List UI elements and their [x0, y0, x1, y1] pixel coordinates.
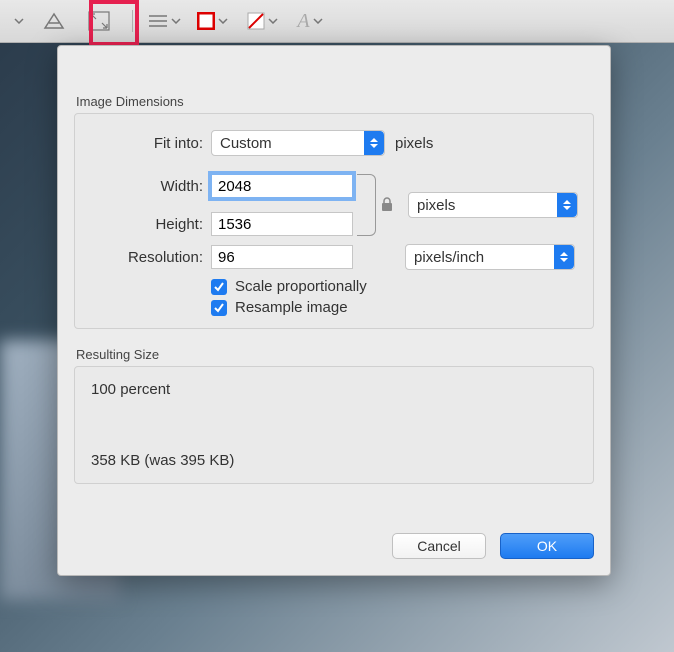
border-color-icon: [197, 12, 215, 30]
wh-unit-select[interactable]: pixels: [408, 192, 578, 218]
chevron-down-icon: [268, 18, 278, 24]
wh-unit-value: pixels: [417, 197, 455, 214]
adjust-size-icon: [87, 10, 111, 32]
chevron-down-icon: [313, 18, 323, 24]
border-color-menu[interactable]: [187, 0, 237, 42]
chevron-down-icon: [218, 18, 228, 24]
lock-icon[interactable]: [380, 196, 394, 215]
height-label: Height:: [91, 216, 211, 233]
alpha-tool[interactable]: [34, 0, 74, 42]
resample-image-checkbox[interactable]: [211, 300, 227, 316]
resolution-input[interactable]: [211, 245, 353, 269]
resample-image-label: Resample image: [235, 299, 348, 316]
resulting-size-title: Resulting Size: [58, 329, 610, 362]
resulting-percent: 100 percent: [91, 381, 577, 398]
chevron-down-icon: [171, 18, 181, 24]
alpha-icon: [43, 12, 65, 30]
section-title: Image Dimensions: [58, 94, 610, 109]
scale-proportionally-label: Scale proportionally: [235, 278, 367, 295]
fit-into-label: Fit into:: [91, 135, 211, 152]
height-input[interactable]: [211, 212, 353, 236]
ok-button[interactable]: OK: [500, 533, 594, 559]
scale-proportionally-checkbox[interactable]: [211, 279, 227, 295]
adjust-size-tool[interactable]: [74, 0, 124, 42]
text-style-menu[interactable]: A: [287, 0, 333, 42]
fit-into-value: Custom: [220, 135, 272, 152]
fit-into-unit: pixels: [395, 135, 433, 152]
image-dimensions-dialog: Image Dimensions Fit into: Custom pixels…: [57, 45, 611, 576]
select-arrows-icon: [364, 131, 384, 155]
resulting-bytes: 358 KB (was 395 KB): [91, 452, 577, 469]
chevron-down-icon: [14, 18, 24, 24]
fill-color-menu[interactable]: [237, 0, 287, 42]
resolution-unit-value: pixels/inch: [414, 249, 484, 266]
resulting-size-box: 100 percent 358 KB (was 395 KB): [74, 366, 594, 484]
width-label: Width:: [91, 178, 211, 195]
width-input[interactable]: [211, 174, 353, 198]
lines-menu[interactable]: [141, 0, 187, 42]
resolution-unit-select[interactable]: pixels/inch: [405, 244, 575, 270]
cancel-button[interactable]: Cancel: [392, 533, 486, 559]
text-style-icon: A: [297, 10, 309, 33]
toolbar-dropdown-1[interactable]: [0, 0, 34, 42]
select-arrows-icon: [557, 193, 577, 217]
resolution-label: Resolution:: [91, 249, 211, 266]
fit-into-select[interactable]: Custom: [211, 130, 385, 156]
toolbar: A: [0, 0, 674, 43]
check-icon: [213, 302, 225, 314]
fill-color-icon: [247, 12, 265, 30]
select-arrows-icon: [554, 245, 574, 269]
lines-icon: [148, 14, 168, 28]
check-icon: [213, 281, 225, 293]
dimensions-fieldset: Fit into: Custom pixels Width: Height:: [74, 113, 594, 329]
dimension-link-bracket: [357, 174, 376, 236]
toolbar-separator: [132, 10, 133, 32]
